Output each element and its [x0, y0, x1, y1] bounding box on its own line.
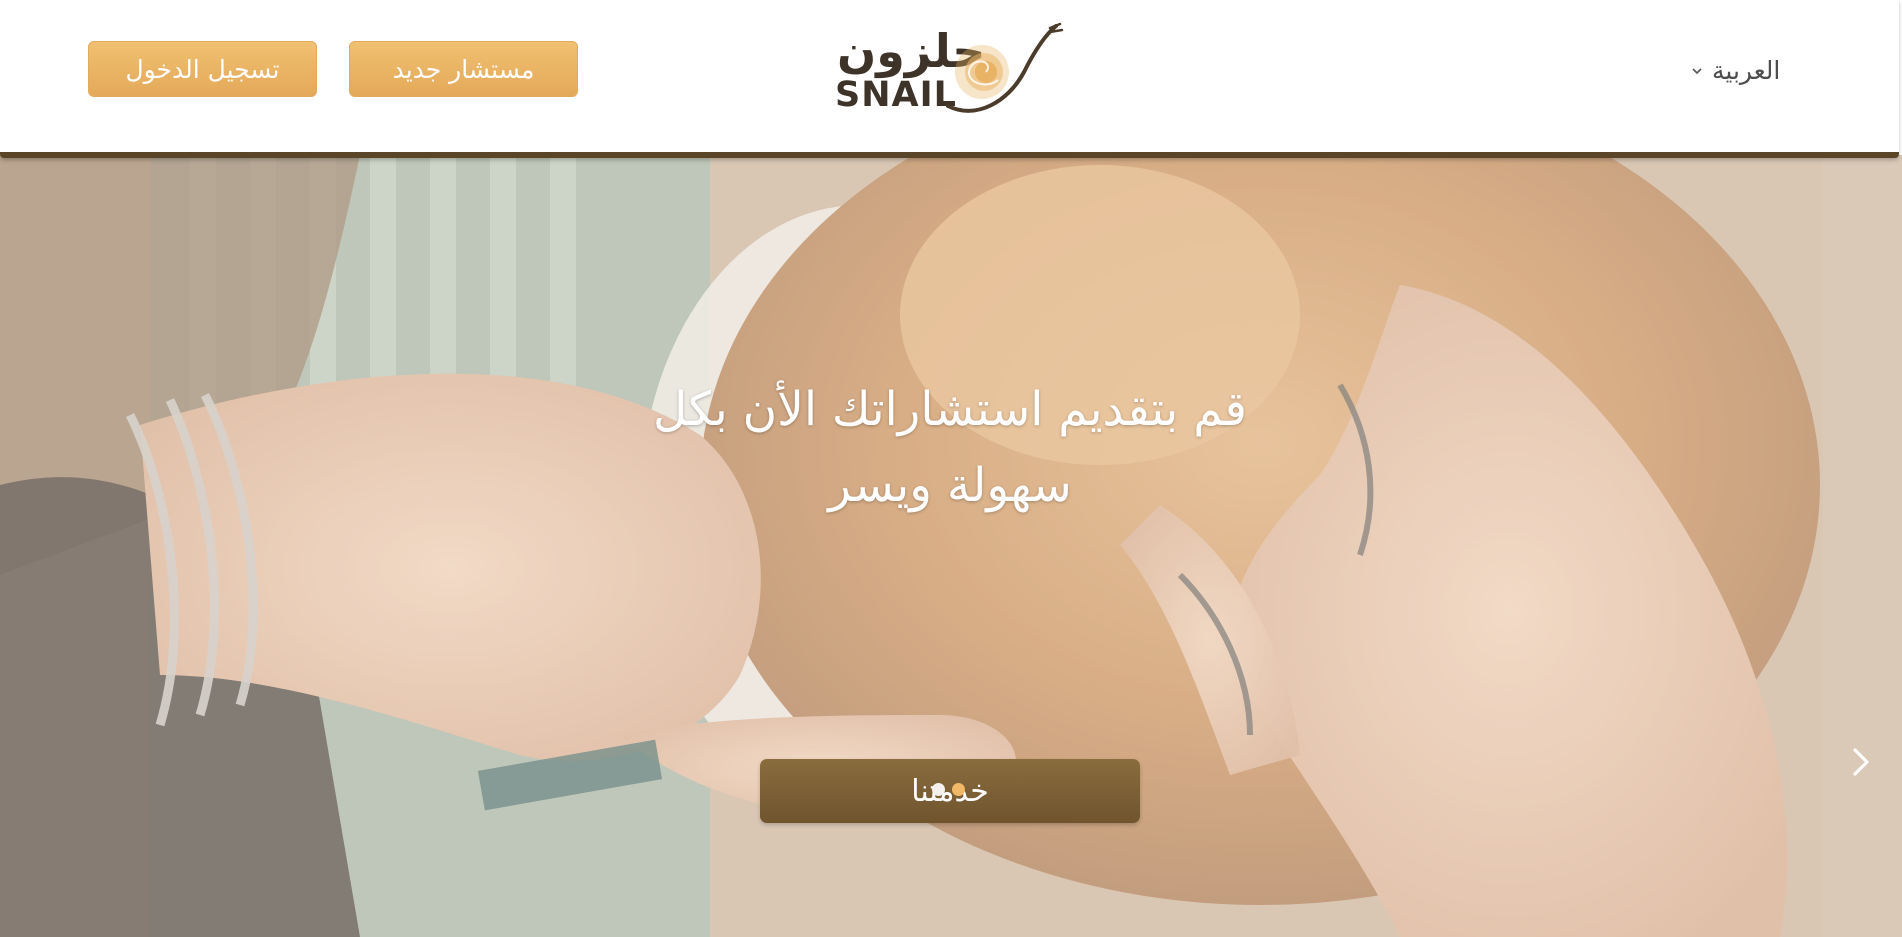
- language-label: العربية: [1712, 56, 1781, 85]
- login-button[interactable]: تسجيل الدخول: [88, 41, 317, 97]
- chevron-down-icon: [1692, 67, 1702, 74]
- slide-dot-2-active[interactable]: [952, 783, 965, 796]
- logo-english-text: SNAIL: [835, 75, 957, 115]
- slide-dot-1[interactable]: [932, 783, 945, 796]
- page: تسجيل الدخول مستشار جديد حلزون SNAIL الع…: [0, 0, 1902, 937]
- hero-slider: قم بتقديم استشاراتك الأن بكل سهولة ويسر …: [0, 155, 1902, 937]
- slider-pagination: [932, 783, 965, 796]
- language-selector[interactable]: العربية: [1690, 56, 1780, 85]
- snail-shell-icon: [946, 22, 1064, 113]
- site-logo[interactable]: حلزون SNAIL: [834, 22, 1064, 118]
- new-consultant-button[interactable]: مستشار جديد: [349, 41, 578, 97]
- site-header: تسجيل الدخول مستشار جديد حلزون SNAIL الع…: [0, 0, 1899, 158]
- chevron-right-icon[interactable]: [1849, 744, 1873, 780]
- hero-title: قم بتقديم استشاراتك الأن بكل سهولة ويسر: [653, 382, 1247, 513]
- hero-side-strip: [1823, 155, 1902, 937]
